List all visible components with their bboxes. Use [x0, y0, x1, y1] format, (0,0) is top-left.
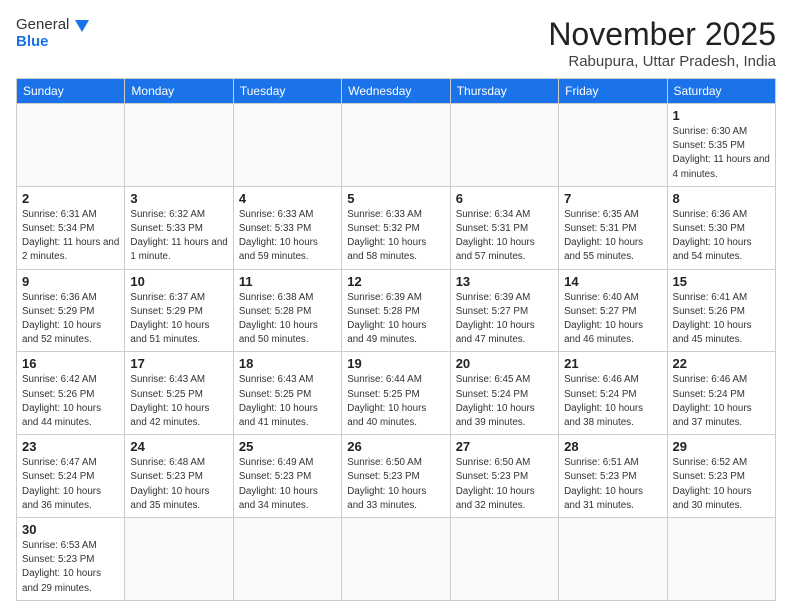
week-row-3: 9 Sunrise: 6:36 AMSunset: 5:29 PMDayligh… — [17, 269, 776, 352]
empty-cell — [559, 104, 667, 187]
day-8: 8 Sunrise: 6:36 AMSunset: 5:30 PMDayligh… — [667, 186, 775, 269]
empty-cell — [450, 518, 558, 601]
weekday-header-row: Sunday Monday Tuesday Wednesday Thursday… — [17, 79, 776, 104]
day-info-1: Sunrise: 6:30 AMSunset: 5:35 PMDaylight:… — [673, 125, 770, 182]
page: General Blue November 2025 Rabupura, Utt… — [0, 0, 792, 612]
day-22: 22 Sunrise: 6:46 AMSunset: 5:24 PMDaylig… — [667, 352, 775, 435]
month-title: November 2025 — [548, 16, 776, 53]
location: Rabupura, Uttar Pradesh, India — [548, 53, 776, 70]
day-17: 17 Sunrise: 6:43 AMSunset: 5:25 PMDaylig… — [125, 352, 233, 435]
logo-triangle-icon — [71, 18, 93, 48]
week-row-1: 1 Sunrise: 6:30 AMSunset: 5:35 PMDayligh… — [17, 104, 776, 187]
header-tuesday: Tuesday — [233, 79, 341, 104]
header-sunday: Sunday — [17, 79, 125, 104]
day-2: 2 Sunrise: 6:31 AMSunset: 5:34 PMDayligh… — [17, 186, 125, 269]
empty-cell — [233, 518, 341, 601]
day-25: 25 Sunrise: 6:49 AMSunset: 5:23 PMDaylig… — [233, 435, 341, 518]
day-26: 26 Sunrise: 6:50 AMSunset: 5:23 PMDaylig… — [342, 435, 450, 518]
empty-cell — [342, 104, 450, 187]
calendar-table: Sunday Monday Tuesday Wednesday Thursday… — [16, 78, 776, 601]
day-9: 9 Sunrise: 6:36 AMSunset: 5:29 PMDayligh… — [17, 269, 125, 352]
day-12: 12 Sunrise: 6:39 AMSunset: 5:28 PMDaylig… — [342, 269, 450, 352]
day-6: 6 Sunrise: 6:34 AMSunset: 5:31 PMDayligh… — [450, 186, 558, 269]
day-19: 19 Sunrise: 6:44 AMSunset: 5:25 PMDaylig… — [342, 352, 450, 435]
day-10: 10 Sunrise: 6:37 AMSunset: 5:29 PMDaylig… — [125, 269, 233, 352]
header-friday: Friday — [559, 79, 667, 104]
day-11: 11 Sunrise: 6:38 AMSunset: 5:28 PMDaylig… — [233, 269, 341, 352]
day-number-1: 1 — [673, 108, 770, 123]
empty-cell — [125, 518, 233, 601]
empty-cell — [125, 104, 233, 187]
empty-cell — [559, 518, 667, 601]
logo: General Blue — [16, 16, 93, 51]
day-3: 3 Sunrise: 6:32 AMSunset: 5:33 PMDayligh… — [125, 186, 233, 269]
header-monday: Monday — [125, 79, 233, 104]
day-16: 16 Sunrise: 6:42 AMSunset: 5:26 PMDaylig… — [17, 352, 125, 435]
empty-cell — [667, 518, 775, 601]
title-area: November 2025 Rabupura, Uttar Pradesh, I… — [548, 16, 776, 70]
empty-cell — [450, 104, 558, 187]
empty-cell — [342, 518, 450, 601]
day-14: 14 Sunrise: 6:40 AMSunset: 5:27 PMDaylig… — [559, 269, 667, 352]
week-row-4: 16 Sunrise: 6:42 AMSunset: 5:26 PMDaylig… — [17, 352, 776, 435]
day-15: 15 Sunrise: 6:41 AMSunset: 5:26 PMDaylig… — [667, 269, 775, 352]
empty-cell — [17, 104, 125, 187]
week-row-5: 23 Sunrise: 6:47 AMSunset: 5:24 PMDaylig… — [17, 435, 776, 518]
day-7: 7 Sunrise: 6:35 AMSunset: 5:31 PMDayligh… — [559, 186, 667, 269]
logo-mark: General Blue — [16, 16, 93, 51]
day-24: 24 Sunrise: 6:48 AMSunset: 5:23 PMDaylig… — [125, 435, 233, 518]
day-4: 4 Sunrise: 6:33 AMSunset: 5:33 PMDayligh… — [233, 186, 341, 269]
header-wednesday: Wednesday — [342, 79, 450, 104]
day-27: 27 Sunrise: 6:50 AMSunset: 5:23 PMDaylig… — [450, 435, 558, 518]
day-5: 5 Sunrise: 6:33 AMSunset: 5:32 PMDayligh… — [342, 186, 450, 269]
day-13: 13 Sunrise: 6:39 AMSunset: 5:27 PMDaylig… — [450, 269, 558, 352]
empty-cell — [233, 104, 341, 187]
header-thursday: Thursday — [450, 79, 558, 104]
week-row-2: 2 Sunrise: 6:31 AMSunset: 5:34 PMDayligh… — [17, 186, 776, 269]
day-30: 30 Sunrise: 6:53 AMSunset: 5:23 PMDaylig… — [17, 518, 125, 601]
week-row-6: 30 Sunrise: 6:53 AMSunset: 5:23 PMDaylig… — [17, 518, 776, 601]
day-18: 18 Sunrise: 6:43 AMSunset: 5:25 PMDaylig… — [233, 352, 341, 435]
day-28: 28 Sunrise: 6:51 AMSunset: 5:23 PMDaylig… — [559, 435, 667, 518]
day-29: 29 Sunrise: 6:52 AMSunset: 5:23 PMDaylig… — [667, 435, 775, 518]
day-21: 21 Sunrise: 6:46 AMSunset: 5:24 PMDaylig… — [559, 352, 667, 435]
day-1: 1 Sunrise: 6:30 AMSunset: 5:35 PMDayligh… — [667, 104, 775, 187]
day-23: 23 Sunrise: 6:47 AMSunset: 5:24 PMDaylig… — [17, 435, 125, 518]
header-saturday: Saturday — [667, 79, 775, 104]
day-20: 20 Sunrise: 6:45 AMSunset: 5:24 PMDaylig… — [450, 352, 558, 435]
header: General Blue November 2025 Rabupura, Utt… — [16, 16, 776, 70]
